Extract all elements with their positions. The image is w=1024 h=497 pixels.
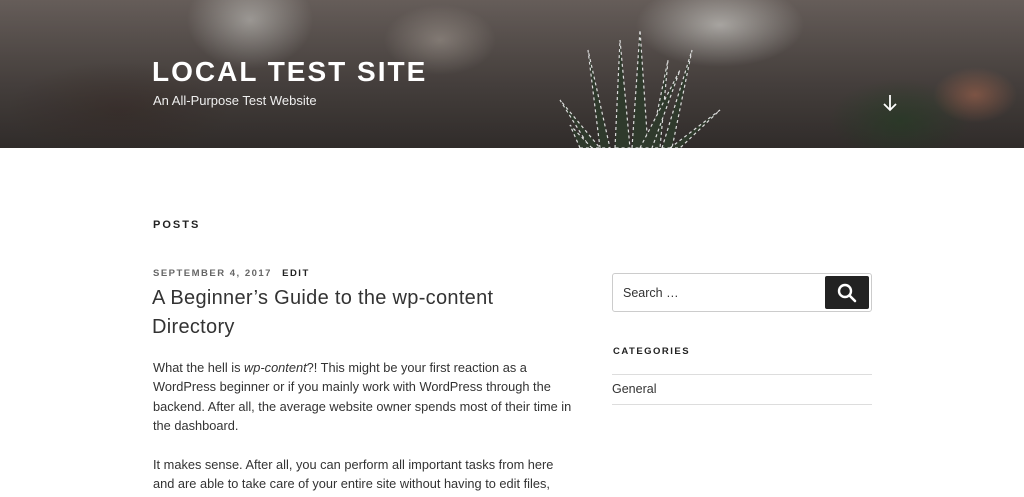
category-link-general[interactable]: General — [612, 375, 872, 405]
post-content: What the hell is wp-content?! This might… — [153, 358, 578, 497]
site-header: LOCAL TEST SITE An All-Purpose Test Webs… — [0, 0, 1024, 148]
header-plant-image — [559, 30, 721, 148]
edit-link[interactable]: EDIT — [282, 268, 310, 279]
post-paragraph-2: It makes sense. After all, you can perfo… — [153, 455, 578, 494]
entry-meta: SEPTEMBER 4, 2017 EDIT — [153, 268, 310, 279]
site-description: An All-Purpose Test Website — [153, 93, 317, 108]
site-title[interactable]: LOCAL TEST SITE — [152, 56, 427, 88]
paragraph-emphasis: wp-content — [244, 360, 307, 375]
categories-list: General — [612, 374, 872, 405]
page-heading: POSTS — [153, 219, 201, 231]
paragraph-text: It makes sense. After all, you can perfo… — [153, 457, 554, 492]
post-title[interactable]: A Beginner’s Guide to the wp-content Dir… — [152, 284, 552, 342]
search-form — [612, 273, 872, 312]
search-input[interactable] — [613, 274, 823, 311]
arrow-down-icon[interactable] — [880, 92, 900, 114]
post-date-link[interactable]: SEPTEMBER 4, 2017 — [153, 268, 272, 279]
search-icon — [837, 283, 857, 303]
post-paragraph-1: What the hell is wp-content?! This might… — [153, 358, 578, 436]
paragraph-text: What the hell is — [153, 360, 245, 375]
categories-title: CATEGORIES — [613, 346, 691, 357]
search-button[interactable] — [825, 276, 869, 309]
